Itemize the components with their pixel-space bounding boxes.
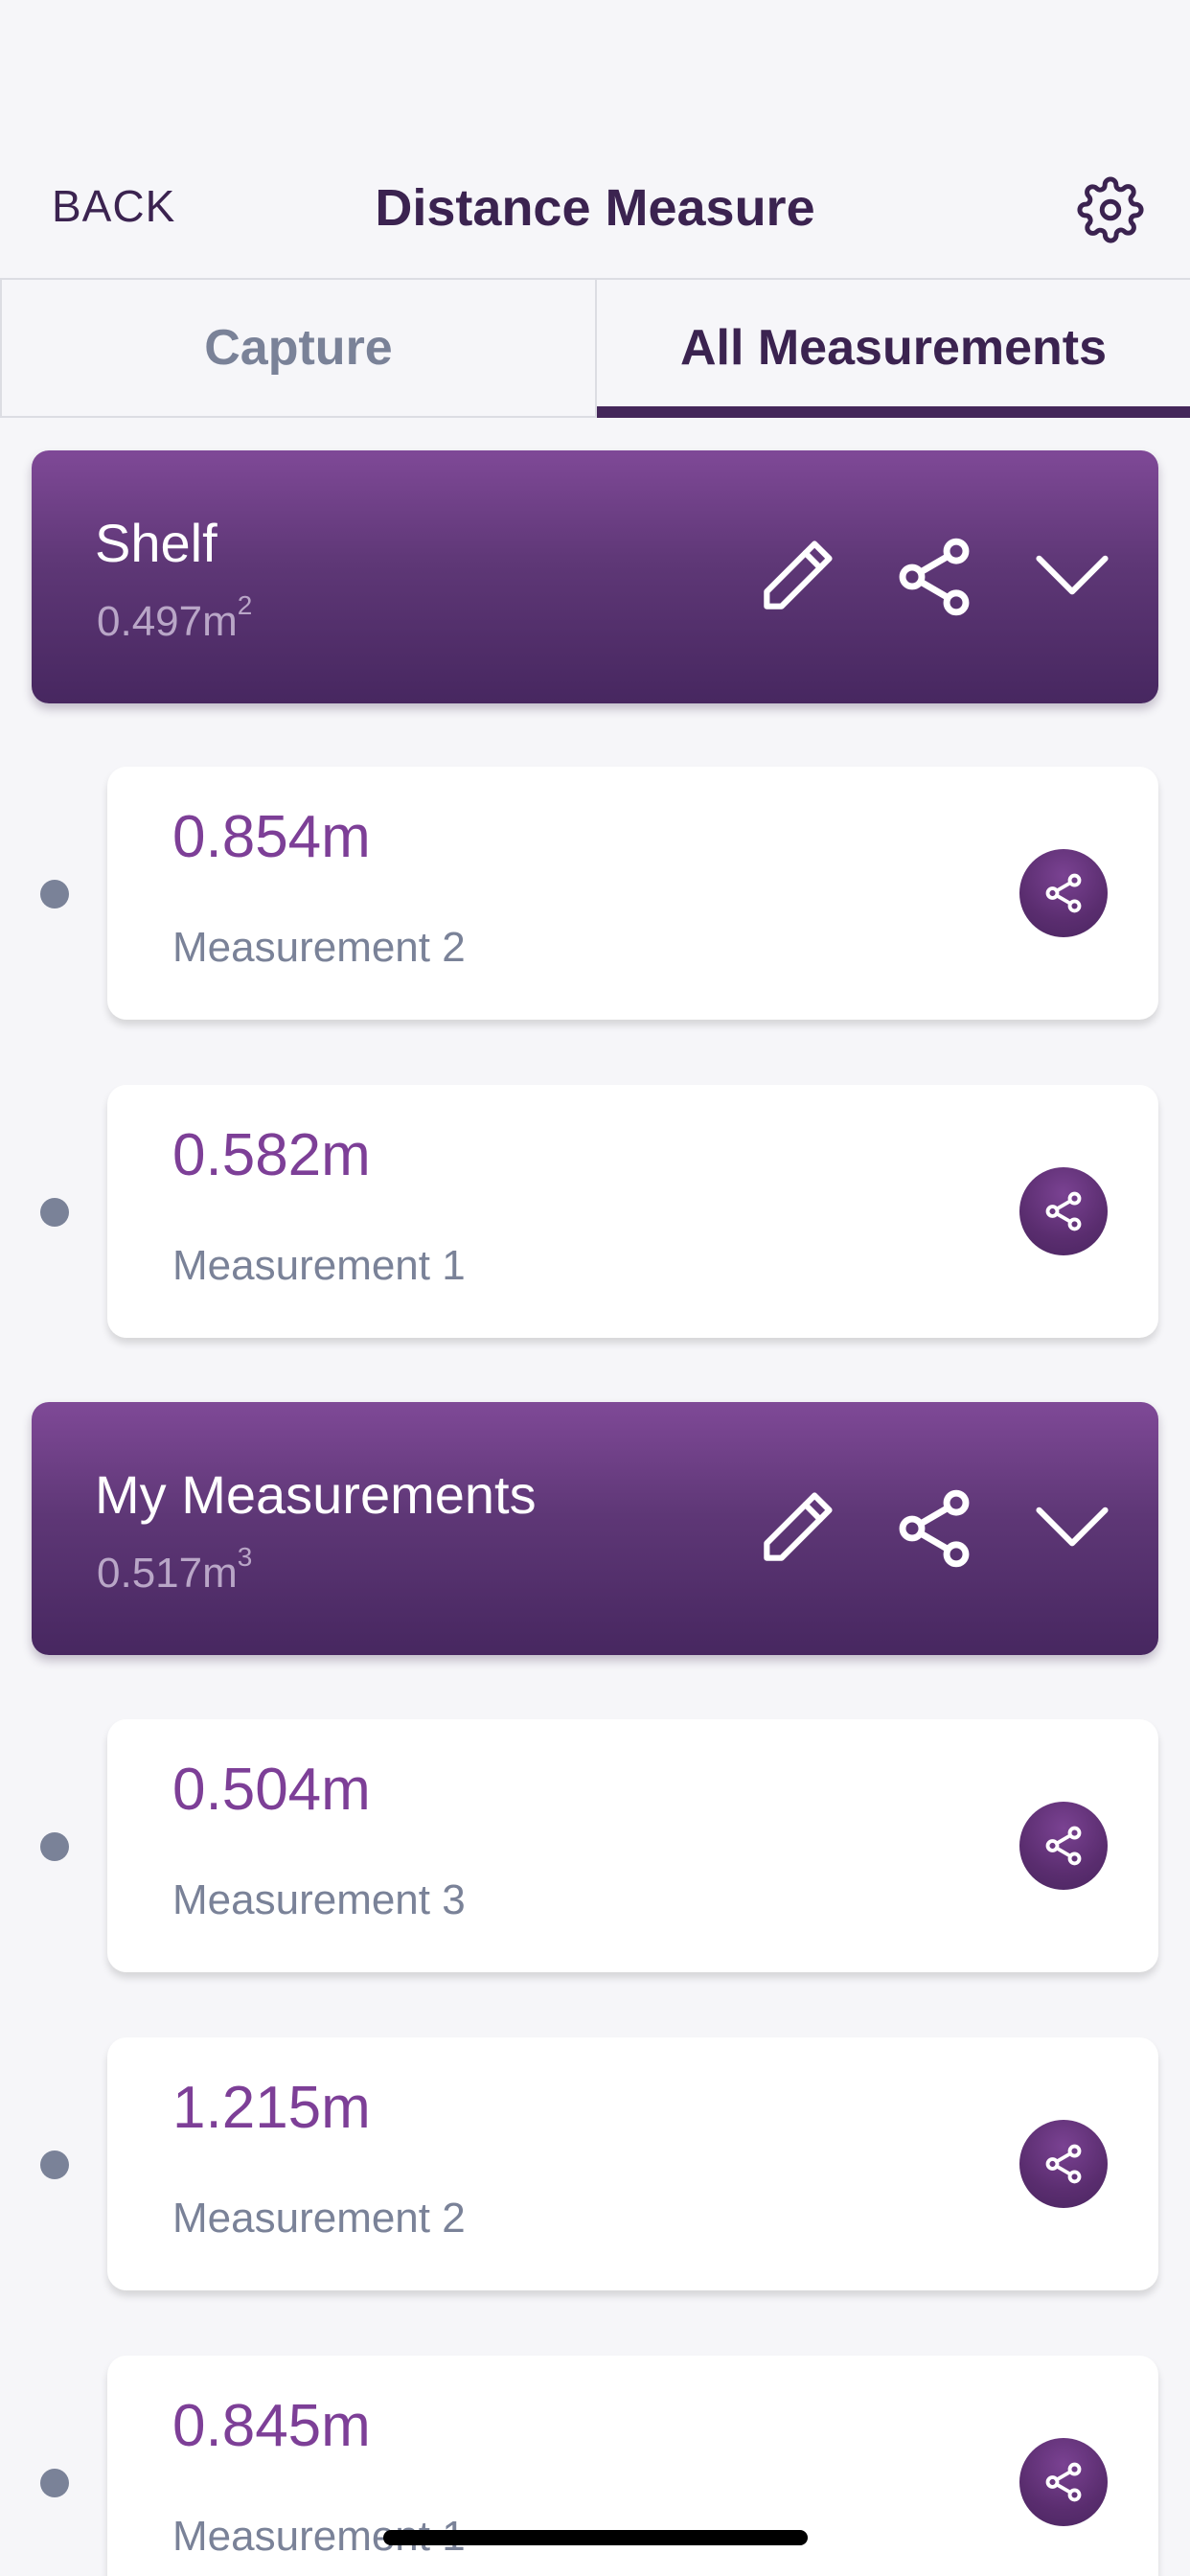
- group-name: My Measurements: [95, 1464, 537, 1525]
- measurement-card[interactable]: 0.854m Measurement 2: [107, 767, 1158, 1020]
- pencil-icon[interactable]: [752, 533, 840, 621]
- unit-exponent: 3: [237, 1542, 253, 1572]
- list-bullet: [40, 1832, 69, 1861]
- share-icon: [1045, 873, 1082, 913]
- measurement-card[interactable]: 1.215m Measurement 2: [107, 2037, 1158, 2290]
- measurement-value: 0.504m: [172, 1757, 371, 1823]
- group-name: Shelf: [95, 513, 217, 573]
- share-icon: [1045, 1826, 1082, 1866]
- group-total: 0.517m3: [97, 1542, 253, 1597]
- share-button[interactable]: [1019, 2120, 1108, 2208]
- measurement-value: 0.845m: [172, 2393, 371, 2459]
- share-icon: [1045, 2462, 1082, 2502]
- measurement-card[interactable]: 0.504m Measurement 3: [107, 1719, 1158, 1972]
- share-icon: [1045, 1191, 1082, 1231]
- page-title: Distance Measure: [375, 179, 815, 237]
- share-button[interactable]: [1019, 849, 1108, 937]
- share-button[interactable]: [1019, 1167, 1108, 1255]
- group-header-my-measurements[interactable]: My Measurements 0.517m3: [32, 1402, 1158, 1655]
- share-button[interactable]: [1019, 1802, 1108, 1890]
- measurement-label: Measurement 2: [172, 924, 466, 971]
- home-indicator: [383, 2530, 808, 2545]
- measurement-label: Measurement 3: [172, 1876, 466, 1923]
- pencil-icon[interactable]: [752, 1484, 840, 1573]
- tab-capture[interactable]: Capture: [0, 280, 595, 416]
- tab-bar: Capture All Measurements: [0, 278, 1190, 418]
- app-screen: BACK Distance Measure Capture All Measur…: [0, 0, 1190, 2576]
- measurement-label: Measurement 1: [172, 1242, 466, 1289]
- list-bullet: [40, 2469, 69, 2497]
- list-bullet: [40, 880, 69, 908]
- list-bullet: [40, 1198, 69, 1227]
- nav-header: BACK Distance Measure: [0, 153, 1190, 268]
- measurement-label: Measurement 2: [172, 2195, 466, 2242]
- unit-exponent: 2: [237, 590, 253, 620]
- share-icon[interactable]: [890, 533, 978, 621]
- measurement-card[interactable]: 0.582m Measurement 1: [107, 1085, 1158, 1338]
- chevron-down-icon[interactable]: [1028, 533, 1116, 621]
- gear-icon[interactable]: [1077, 176, 1144, 243]
- tab-all-measurements[interactable]: All Measurements: [595, 280, 1190, 418]
- share-icon: [1045, 2144, 1082, 2184]
- list-bullet: [40, 2150, 69, 2179]
- share-button[interactable]: [1019, 2438, 1108, 2526]
- chevron-down-icon[interactable]: [1028, 1484, 1116, 1573]
- group-header-shelf[interactable]: Shelf 0.497m2: [32, 450, 1158, 703]
- share-icon[interactable]: [890, 1484, 978, 1573]
- measurement-value: 0.582m: [172, 1122, 371, 1188]
- measurement-value: 0.854m: [172, 804, 371, 870]
- group-total: 0.497m2: [97, 590, 253, 645]
- measurement-value: 1.215m: [172, 2075, 371, 2141]
